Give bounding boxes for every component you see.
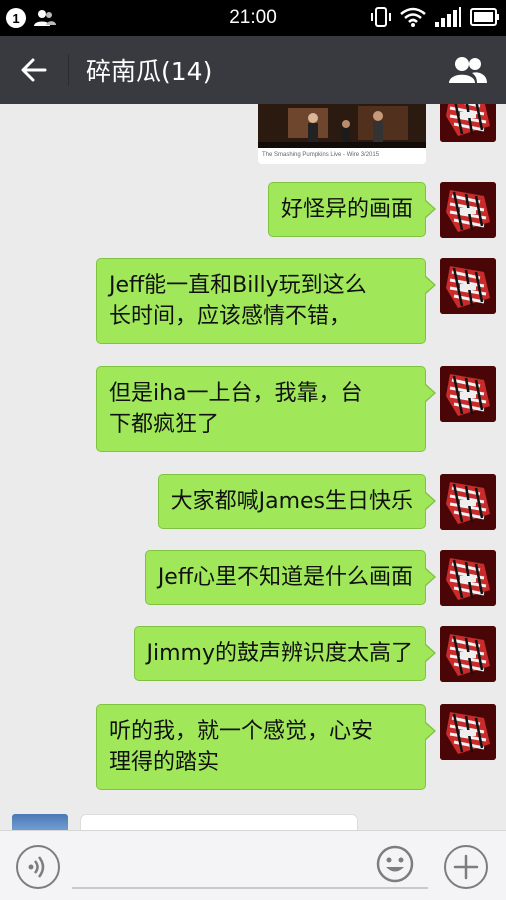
message-text-line: 下都疯狂了 (109, 412, 220, 437)
message-text-line: 长时间，应该感情不错， (109, 304, 352, 329)
avatar[interactable] (440, 474, 496, 530)
battery-icon (470, 8, 499, 26)
message-text-line: 理得的踏实 (109, 750, 220, 775)
guitar-avatar-icon (440, 550, 496, 606)
message-bubble[interactable]: 但是iha一上台，我靠，台 下都疯狂了 (96, 366, 436, 452)
guitar-avatar-icon (440, 366, 496, 422)
avatar[interactable] (440, 704, 496, 760)
guitar-avatar-icon (440, 104, 496, 142)
guitar-avatar-icon (440, 704, 496, 760)
concert-photo-graphic (258, 104, 426, 148)
image-caption: The Smashing Pumpkins Live - Wire 3/2015 (262, 152, 380, 158)
status-right-icons (370, 6, 500, 28)
chat-header: 碎南瓜(14) (0, 36, 506, 104)
message-bubble[interactable]: Jeff心里不知道是什么画面 (144, 550, 437, 605)
chat-title: 碎南瓜(14) (86, 57, 213, 86)
guitar-avatar-icon (440, 182, 496, 238)
message-text: 好怪异的画面 (280, 197, 413, 222)
avatar[interactable] (440, 182, 496, 238)
status-bar: 1 21:00 (0, 0, 506, 36)
header-divider (68, 54, 69, 86)
concert-photo (258, 104, 426, 148)
message-bubble[interactable]: 大家都喊James生日快乐 (157, 474, 437, 529)
avatar[interactable] (440, 366, 496, 422)
signal-icon (435, 7, 461, 27)
voice-icon (28, 856, 45, 878)
avatar[interactable] (440, 258, 496, 314)
group-members-icon (449, 57, 487, 83)
message-bubble[interactable]: 听的我，就一个感觉，心安 理得的踏实 (96, 704, 436, 790)
chat-message-list[interactable]: The Smashing Pumpkins Live - Wire 3/2015… (0, 104, 506, 830)
emoji-icon (376, 845, 414, 883)
back-button[interactable] (14, 52, 54, 88)
avatar[interactable] (440, 104, 496, 142)
message-text-input[interactable] (72, 849, 428, 889)
message-text: Jimmy的鼓声辨识度太高了 (146, 641, 413, 666)
message-input-bar (0, 830, 506, 900)
message-text-line: Jeff能一直和Billy玩到这么 (109, 273, 367, 298)
message-text: 大家都喊James生日快乐 (170, 489, 413, 514)
voice-button[interactable] (16, 845, 60, 889)
guitar-avatar-icon (440, 258, 496, 314)
group-members-button[interactable] (446, 52, 490, 88)
message-text: Jeff心里不知道是什么画面 (157, 565, 413, 590)
more-options-button[interactable] (444, 845, 488, 889)
image-message[interactable]: The Smashing Pumpkins Live - Wire 3/2015 (258, 104, 426, 164)
message-bubble[interactable]: Jeff能一直和Billy玩到这么 长时间，应该感情不错， (96, 258, 436, 344)
avatar[interactable] (440, 626, 496, 682)
message-bubble[interactable]: Jimmy的鼓声辨识度太高了 (133, 626, 437, 681)
guitar-avatar-icon (440, 474, 496, 530)
guitar-avatar-icon (440, 626, 496, 682)
avatar[interactable] (440, 550, 496, 606)
emoji-button[interactable] (376, 845, 414, 883)
arrow-left-icon (21, 58, 47, 82)
message-text-line: 但是iha一上台，我靠，台 (109, 381, 363, 406)
message-text-line: 听的我，就一个感觉，心安 (109, 719, 374, 744)
plus-icon (453, 854, 479, 880)
vibrate-icon (371, 7, 391, 27)
message-bubble[interactable]: 好怪异的画面 (267, 182, 437, 237)
wifi-icon (400, 7, 426, 27)
